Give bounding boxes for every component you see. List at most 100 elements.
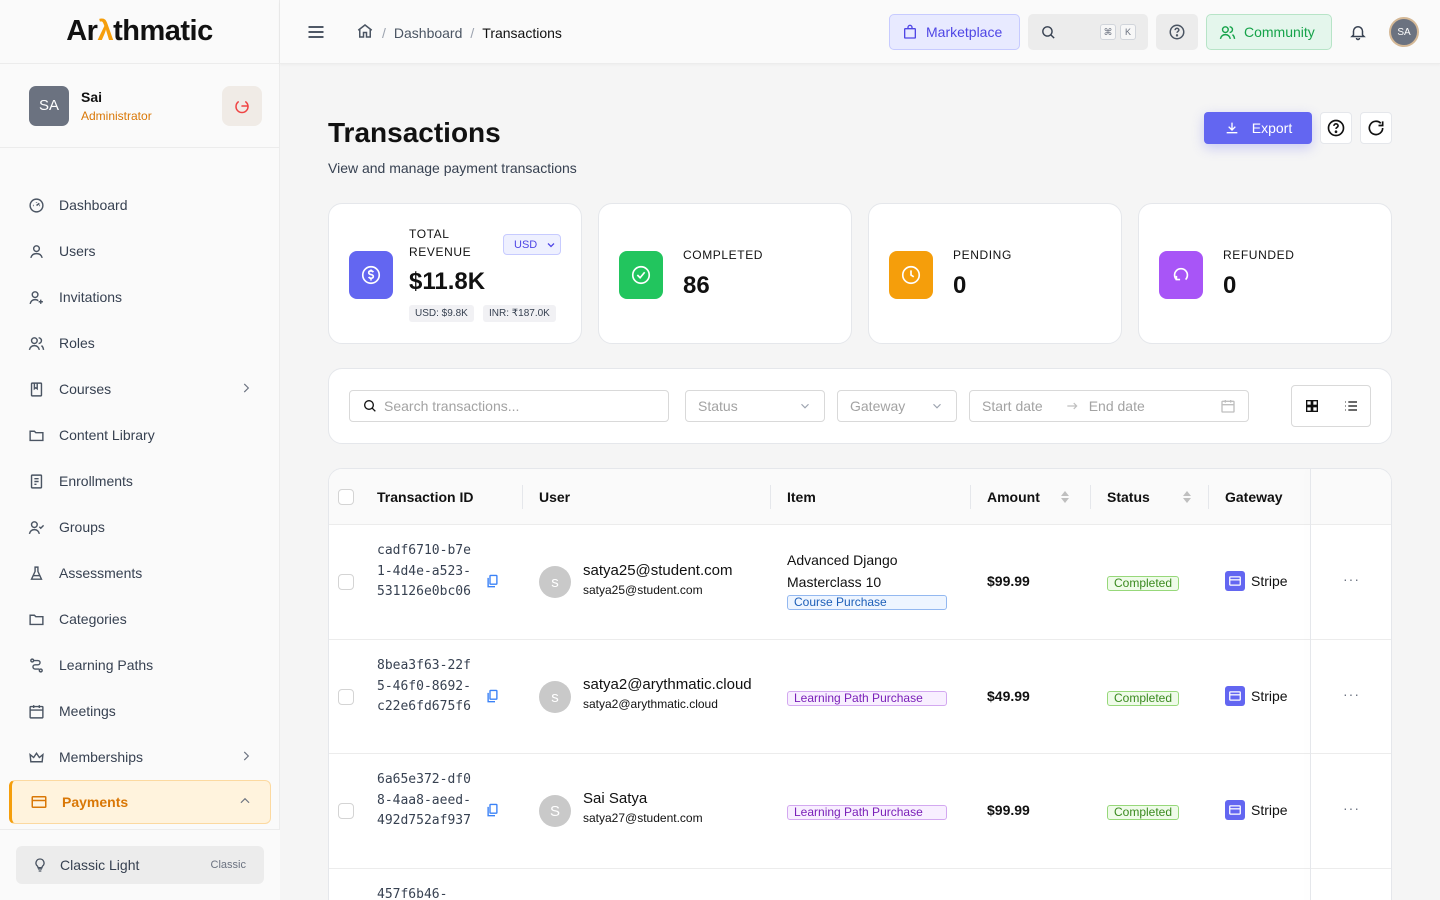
theme-switcher[interactable]: Classic Light Classic [16, 846, 264, 884]
search-icon [364, 400, 376, 412]
group-icon [27, 518, 45, 536]
users-icon [27, 334, 45, 352]
global-search-button[interactable]: ⌘ K [1028, 14, 1148, 50]
sidebar-item-content-library[interactable]: Content Library [0, 412, 280, 458]
arrow-right-icon [1067, 402, 1078, 410]
user-avatar: S [539, 795, 571, 827]
refresh-button[interactable] [1360, 112, 1392, 144]
help-circle-icon [1169, 24, 1185, 40]
sort-icon [1182, 491, 1191, 503]
stat-card-completed: COMPLETED 86 [598, 203, 852, 344]
sidebar: Ar λ thmatic SA Sai Administrator Dashboar… [0, 0, 280, 900]
sidebar-item-courses[interactable]: Courses [0, 366, 280, 412]
breadcrumb-separator: / [382, 24, 386, 41]
sidebar-item-payments[interactable]: Payments [9, 780, 271, 824]
breadcrumb: / Dashboard / Transactions [356, 22, 562, 43]
table-row[interactable]: 6a65e372-df08-4aa8-aeed-492d752af937 S S… [329, 754, 1391, 869]
status-placeholder: Status [698, 398, 738, 414]
row-actions-button[interactable]: ··· [1343, 571, 1360, 587]
marketplace-button[interactable]: Marketplace [889, 14, 1020, 50]
status-select[interactable]: Status [685, 390, 825, 422]
sidebar-item-dashboard[interactable]: Dashboard [0, 182, 280, 228]
community-button[interactable]: Community [1206, 14, 1332, 50]
sidebar-item-meetings[interactable]: Meetings [0, 688, 280, 734]
table-row[interactable]: 8bea3f63-22f5-46f0-8692-c22e6fd675f6 s s… [329, 640, 1391, 754]
sidebar-item-learning-paths[interactable]: Learning Paths [0, 642, 280, 688]
row-checkbox[interactable] [338, 803, 354, 819]
row-actions-button[interactable]: ··· [1343, 686, 1360, 702]
clipboard-icon [27, 472, 45, 490]
help-button[interactable] [1156, 14, 1198, 50]
sidebar-item-assessments[interactable]: Assessments [0, 550, 280, 596]
sidebar-item-groups[interactable]: Groups [0, 504, 280, 550]
profile-avatar[interactable]: SA [1389, 17, 1419, 47]
column-divider [1208, 485, 1209, 509]
copy-icon[interactable] [485, 573, 500, 594]
fixed-column-divider [1310, 469, 1311, 900]
select-all-checkbox[interactable] [338, 469, 354, 525]
notifications-button[interactable] [1346, 14, 1370, 50]
table-row[interactable]: 457f6b46- [329, 869, 1391, 900]
sidebar-item-label: Categories [59, 611, 127, 627]
date-range-picker[interactable]: Start date End date [969, 390, 1249, 422]
column-header-transaction-id: Transaction ID [377, 489, 474, 505]
user-plus-icon [27, 288, 45, 306]
copy-icon[interactable] [485, 688, 500, 709]
sidebar-item-invitations[interactable]: Invitations [0, 274, 280, 320]
app-logo[interactable]: Ar λ thmatic [0, 0, 279, 64]
home-icon[interactable] [356, 22, 374, 43]
column-header-status[interactable]: Status [1107, 469, 1192, 525]
user-avatar[interactable]: SA [29, 85, 69, 126]
chevron-up-icon [238, 794, 252, 811]
sidebar-item-roles[interactable]: Roles [0, 320, 280, 366]
revenue-chip-inr: INR: ₹187.0K [483, 305, 556, 322]
hamburger-icon [308, 26, 324, 38]
currency-select[interactable]: USD [503, 234, 561, 255]
row-actions-button[interactable]: ··· [1343, 800, 1360, 816]
sidebar-item-label: Content Library [59, 427, 155, 443]
start-date-placeholder[interactable]: Start date [982, 398, 1043, 414]
list-icon [1344, 401, 1357, 411]
user-name[interactable]: satya2@arythmatic.cloud [583, 676, 752, 693]
breadcrumb-dashboard[interactable]: Dashboard [394, 25, 463, 41]
book-icon [27, 380, 45, 398]
column-header-amount[interactable]: Amount [987, 469, 1070, 525]
sidebar-item-label: Roles [59, 335, 95, 351]
logo-text-accent: λ [97, 15, 114, 47]
list-view-button[interactable] [1331, 386, 1370, 426]
sidebar-item-users[interactable]: Users [0, 228, 280, 274]
export-button[interactable]: Export [1204, 112, 1312, 144]
sort-icon [1060, 491, 1069, 503]
sidebar-item-memberships[interactable]: Memberships [0, 734, 280, 780]
item-title[interactable]: Advanced Django Masterclass 10 [787, 549, 957, 593]
credit-card-icon [30, 793, 48, 811]
credit-card-icon [1225, 686, 1245, 706]
gateway-select[interactable]: Gateway [837, 390, 957, 422]
user-name[interactable]: satya25@student.com [583, 562, 732, 579]
stat-card-refunded: REFUNDED 0 [1138, 203, 1392, 344]
sidebar-item-enrollments[interactable]: Enrollments [0, 458, 280, 504]
grid-view-button[interactable] [1292, 386, 1331, 426]
table-row[interactable]: cadf6710-b7e1-4d4e-a523-531126e0bc06 s s… [329, 525, 1391, 640]
copy-icon[interactable] [485, 802, 500, 823]
gateway-name: Stripe [1251, 573, 1288, 589]
amount: $49.99 [987, 688, 1030, 704]
credit-card-icon [1225, 800, 1245, 820]
row-checkbox[interactable] [338, 689, 354, 705]
sidebar-item-categories[interactable]: Categories [0, 596, 280, 642]
user-info: Sai Satya satya27@student.com [583, 790, 703, 825]
user-name[interactable]: Sai Satya [583, 790, 703, 807]
logout-button[interactable] [222, 85, 262, 126]
revenue-chip-usd: USD: $9.8K [409, 305, 474, 322]
end-date-placeholder[interactable]: End date [1089, 398, 1220, 414]
menu-toggle-button[interactable] [306, 22, 326, 47]
column-divider [522, 485, 523, 509]
stat-label: TOTAL REVENUE [409, 227, 472, 259]
search-input[interactable]: Search transactions... [349, 390, 669, 422]
crown-icon [27, 748, 45, 766]
status-label: Completed [1107, 690, 1180, 706]
help-button[interactable] [1320, 112, 1352, 144]
transaction-id: 6a65e372-df08-4aa8-aeed-492d752af937 [377, 772, 471, 828]
row-checkbox[interactable] [338, 574, 354, 590]
column-divider [1090, 485, 1091, 509]
